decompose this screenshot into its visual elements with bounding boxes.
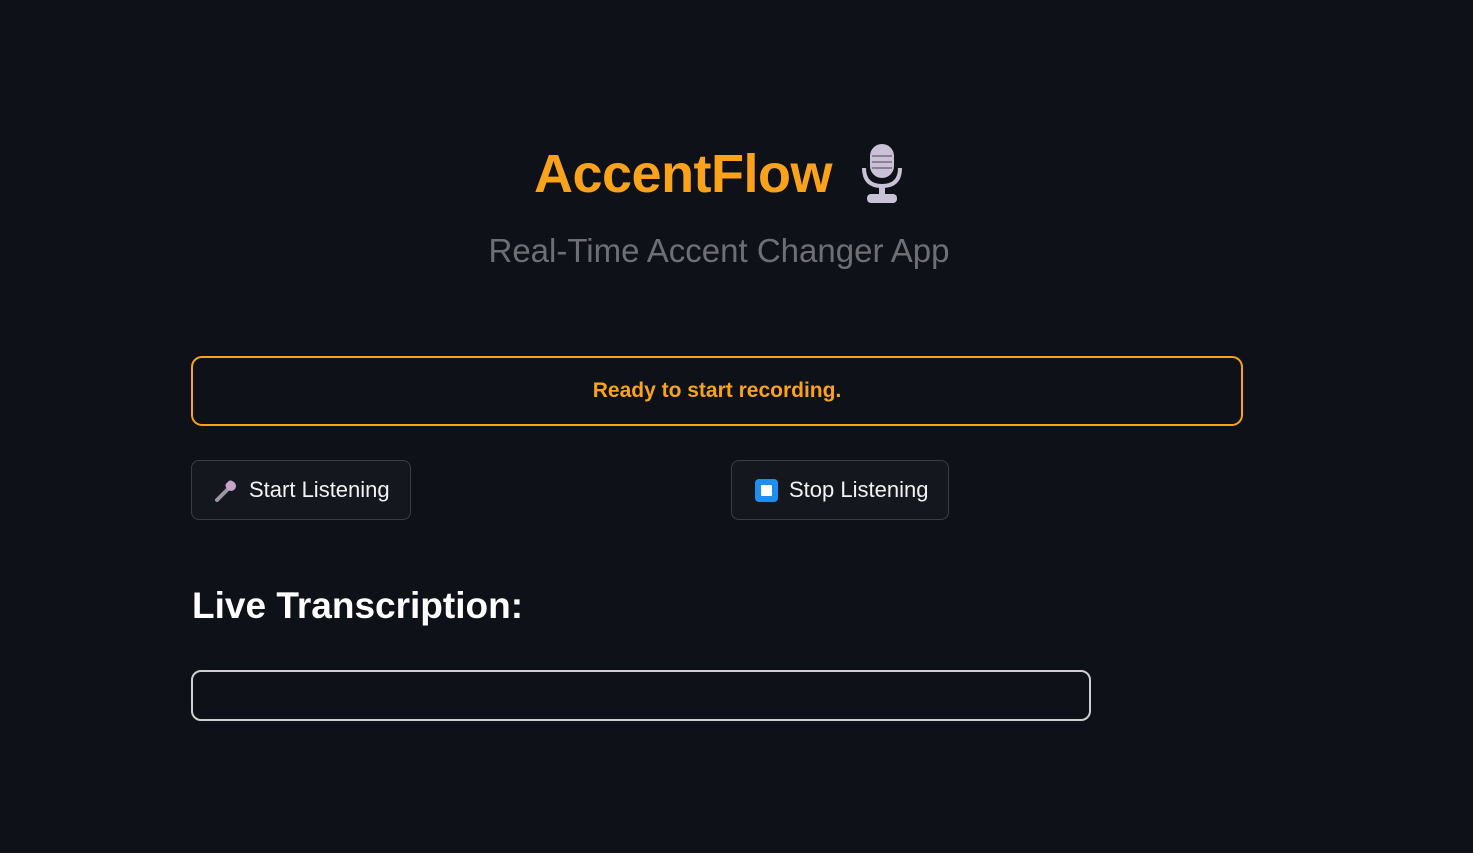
microphone-icon [214,478,239,503]
studio-microphone-icon [860,142,904,206]
stop-listening-button[interactable]: Stop Listening [731,460,949,520]
transcription-output[interactable] [191,670,1091,721]
stop-icon [754,478,779,503]
transcription-heading: Live Transcription: [192,585,524,626]
stop-listening-label: Stop Listening [789,477,929,502]
status-message: Ready to start recording. [592,379,842,402]
app-root: AccentFlow Real-Time Accent Changer App … [0,0,1473,853]
start-listening-button[interactable]: Start Listening [191,460,411,520]
title-row: AccentFlow [0,138,1438,210]
status-banner: Ready to start recording. [191,356,1243,426]
start-listening-label: Start Listening [249,477,390,502]
app-title: AccentFlow [533,144,833,204]
app-subtitle: Real-Time Accent Changer App [488,232,950,269]
